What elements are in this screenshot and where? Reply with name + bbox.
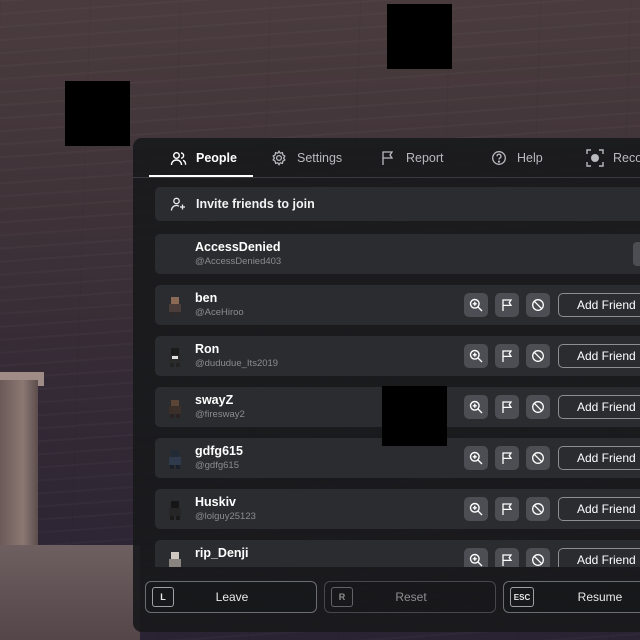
flag-icon <box>379 149 397 167</box>
block-icon <box>531 451 545 465</box>
block-player-button[interactable] <box>526 497 550 521</box>
reset-button[interactable]: R Reset <box>324 581 496 613</box>
flag-icon <box>500 502 514 516</box>
inspect-icon <box>469 298 483 312</box>
inspect-button[interactable] <box>464 344 488 368</box>
player-username: @dududue_Its2019 <box>195 358 279 369</box>
bottom-action-bar: L Leave R Reset ESC Resume <box>133 577 640 632</box>
report-player-button[interactable] <box>495 395 519 419</box>
inspect-button[interactable] <box>464 497 488 521</box>
block-player-button[interactable] <box>526 344 550 368</box>
player-username: @AccessDenied403 <box>195 256 282 267</box>
player-name: swayZ <box>195 393 234 407</box>
flag-icon <box>500 349 514 363</box>
inspect-icon <box>469 451 483 465</box>
player-username: @lolguy25123 <box>195 511 256 522</box>
inspect-icon <box>469 502 483 516</box>
inspect-icon <box>469 553 483 567</box>
self-player-row: AccessDenied @AccessDenied403 <box>155 234 640 274</box>
report-player-button[interactable] <box>495 344 519 368</box>
block-icon <box>531 400 545 414</box>
report-player-button[interactable] <box>495 293 519 317</box>
flag-icon <box>500 298 514 312</box>
tab-label: Settings <box>297 151 343 165</box>
question-icon <box>490 149 508 167</box>
button-label: Leave <box>215 590 249 604</box>
block-icon <box>531 349 545 363</box>
redaction-box <box>65 81 130 146</box>
avatar <box>164 295 186 317</box>
block-icon <box>531 553 545 567</box>
scene-floor <box>0 545 140 640</box>
add-friend-button[interactable]: Add Friend <box>558 446 640 470</box>
player-row: Huskiv @lolguy25123 Add Friend <box>155 489 640 529</box>
report-player-button[interactable] <box>495 446 519 470</box>
avatar <box>164 448 186 470</box>
redaction-box <box>382 386 447 446</box>
player-username: @firesway2 <box>195 409 245 420</box>
player-name: AccessDenied <box>195 240 281 254</box>
tab-label: Reco <box>613 151 640 165</box>
gear-icon <box>270 149 288 167</box>
button-label: Reset <box>395 590 427 604</box>
report-player-button[interactable] <box>495 497 519 521</box>
player-row: Ron @dududue_Its2019 Add Friend <box>155 336 640 376</box>
add-friend-button[interactable]: Add Friend <box>558 344 640 368</box>
tab-report[interactable]: Report <box>379 138 444 178</box>
add-friend-button[interactable]: Add Friend <box>558 548 640 567</box>
block-icon <box>531 502 545 516</box>
flag-icon <box>500 553 514 567</box>
active-tab-indicator <box>149 175 253 177</box>
add-friend-button[interactable]: Add Friend <box>558 497 640 521</box>
record-icon <box>586 149 604 167</box>
tab-help[interactable]: Help <box>490 138 543 178</box>
avatar <box>164 397 186 419</box>
avatar <box>164 346 186 368</box>
inspect-icon <box>469 349 483 363</box>
block-player-button[interactable] <box>526 548 550 567</box>
player-name: gdfg615 <box>195 444 243 458</box>
inspect-button[interactable] <box>464 446 488 470</box>
tab-label: People <box>196 151 237 165</box>
tab-people[interactable]: People <box>169 138 237 178</box>
tab-label: Report <box>406 151 444 165</box>
game-menu-panel: People Settings Report Help Reco Invite … <box>133 138 640 632</box>
player-username: @gdfg615 <box>195 460 239 471</box>
block-player-button[interactable] <box>526 446 550 470</box>
redaction-box <box>387 4 452 69</box>
tab-bar: People Settings Report Help Reco <box>133 138 640 178</box>
player-name: Huskiv <box>195 495 236 509</box>
player-row: rip_Denji Add Friend <box>155 540 640 567</box>
player-name: Ron <box>195 342 220 356</box>
avatar <box>164 499 186 521</box>
add-friend-button[interactable]: Add Friend <box>558 293 640 317</box>
flag-icon <box>500 400 514 414</box>
block-player-button[interactable] <box>526 293 550 317</box>
inspect-button[interactable] <box>464 293 488 317</box>
invite-label: Invite friends to join <box>196 197 315 211</box>
resume-button[interactable]: ESC Resume <box>503 581 640 613</box>
leave-button[interactable]: L Leave <box>145 581 317 613</box>
inspect-button[interactable] <box>464 548 488 567</box>
tab-label: Help <box>517 151 543 165</box>
people-icon <box>169 149 187 167</box>
block-icon <box>531 298 545 312</box>
avatar <box>164 550 186 567</box>
self-options-button[interactable] <box>633 242 640 266</box>
invite-friends-button[interactable]: Invite friends to join <box>155 187 640 221</box>
block-player-button[interactable] <box>526 395 550 419</box>
flag-icon <box>500 451 514 465</box>
button-label: Resume <box>577 590 623 604</box>
player-row: ben @AceHiroo Add Friend <box>155 285 640 325</box>
player-username: @AceHiroo <box>195 307 244 318</box>
tab-settings[interactable]: Settings <box>270 138 342 178</box>
tab-record[interactable]: Reco <box>586 138 640 178</box>
player-name: ben <box>195 291 218 305</box>
add-friend-button[interactable]: Add Friend <box>558 395 640 419</box>
report-player-button[interactable] <box>495 548 519 567</box>
inspect-button[interactable] <box>464 395 488 419</box>
inspect-icon <box>469 400 483 414</box>
add-person-icon <box>170 196 186 212</box>
player-name: rip_Denji <box>195 546 249 560</box>
